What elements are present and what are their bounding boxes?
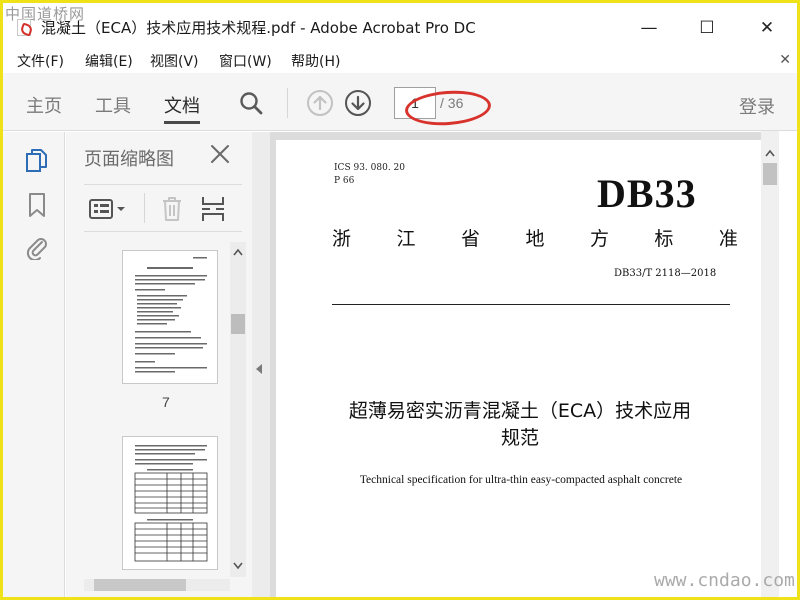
thumbnail-page-label: 7 (162, 394, 170, 410)
p-line: P 66 (334, 176, 355, 186)
document-title-chinese: 超薄易密实沥青混凝土（ECA）技术应用 规范 (326, 398, 714, 452)
thumbnails-toolbar (84, 184, 242, 232)
province-standard-heading: 浙 江 省 地 方 标 准 (332, 224, 738, 251)
menu-window[interactable]: 窗口(W) (219, 51, 272, 71)
heading-char: 准 (718, 228, 738, 250)
main-toolbar: 主页 工具 文档 1 / 36 登录 (3, 73, 797, 131)
header-rule (332, 304, 730, 305)
menu-file[interactable]: 文件(F) (17, 51, 64, 71)
menu-view[interactable]: 视图(V) (150, 51, 199, 71)
pdf-file-icon (17, 19, 31, 36)
standard-number: DB33/T 2118—2018 (614, 268, 717, 279)
tab-tools[interactable]: 工具 (95, 92, 131, 118)
heading-char: 方 (589, 228, 609, 250)
close-window-button[interactable]: ✕ (745, 13, 789, 43)
thumbnails-horizontal-scrollbar[interactable] (84, 579, 230, 591)
thumbnail-options-icon[interactable] (88, 198, 128, 220)
menu-help[interactable]: 帮助(H) (291, 51, 340, 71)
app-window: 中国道桥网 混凝土（ECA）技术应用技术规程.pdf - Adobe Acrob… (3, 3, 797, 597)
insert-page-icon[interactable] (200, 195, 226, 223)
thumbnails-scroll-thumb[interactable] (231, 314, 245, 334)
menu-bar: 文件(F) 编辑(E) 视图(V) 窗口(W) 帮助(H) ✕ (3, 47, 797, 73)
bookmark-icon[interactable] (25, 192, 49, 218)
scroll-down-icon[interactable] (233, 562, 243, 570)
thumbnail-toolbar-separator (144, 193, 145, 223)
heading-char: 地 (525, 228, 545, 250)
title-line-1: 超薄易密实沥青混凝土（ECA）技术应用 (348, 400, 692, 422)
maximize-button[interactable]: ☐ (685, 13, 729, 43)
thumbnail-page-7-content (135, 257, 207, 373)
heading-char: 浙 (332, 228, 352, 250)
thumbnails-panel: 页面缩略图 7 (66, 132, 252, 597)
tab-home[interactable]: 主页 (26, 92, 62, 118)
document-viewer: ICS 93. 080. 20 P 66 DB33 浙 江 省 地 方 标 准 … (270, 132, 761, 597)
menu-edit[interactable]: 编辑(E) (85, 51, 133, 71)
attachment-icon[interactable] (25, 234, 49, 260)
previous-page-icon[interactable] (306, 89, 334, 117)
watermark-bottom: www.cndao.com (654, 570, 795, 591)
document-scroll-thumb[interactable] (763, 163, 777, 185)
document-page: ICS 93. 080. 20 P 66 DB33 浙 江 省 地 方 标 准 … (276, 140, 761, 597)
thumbnail-page-8-content (134, 445, 208, 562)
page-thumbnails-icon[interactable] (25, 148, 49, 174)
thumbnails-scrollbar[interactable] (230, 242, 246, 577)
tab-document[interactable]: 文档 (164, 92, 200, 124)
window-title: 混凝土（ECA）技术应用技术规程.pdf - Adobe Acrobat Pro… (41, 19, 476, 37)
heading-char: 标 (654, 228, 674, 250)
minimize-button[interactable]: — (627, 13, 671, 43)
toolbar-separator (287, 88, 288, 118)
navigation-rail (3, 132, 65, 597)
heading-char: 省 (460, 228, 480, 250)
login-link[interactable]: 登录 (739, 93, 775, 119)
thumbnails-title: 页面缩略图 (84, 149, 174, 170)
collapse-panel-icon[interactable] (254, 363, 264, 375)
scroll-up-icon[interactable] (233, 248, 243, 256)
close-panel-icon[interactable] (208, 142, 232, 166)
standard-code: DB33 (597, 171, 697, 216)
delete-page-icon[interactable] (160, 195, 184, 223)
doc-scroll-up-icon[interactable] (765, 149, 775, 157)
heading-char: 江 (396, 228, 416, 250)
document-scrollbar[interactable] (761, 131, 779, 597)
title-line-2: 规范 (500, 427, 539, 449)
close-document-icon[interactable]: ✕ (779, 52, 791, 68)
next-page-icon[interactable] (344, 89, 372, 117)
search-icon[interactable] (239, 91, 263, 115)
title-bar: 中国道桥网 混凝土（ECA）技术应用技术规程.pdf - Adobe Acrob… (3, 3, 797, 45)
thumbnails-hscroll-thumb[interactable] (94, 579, 186, 591)
thumbnail-page-8[interactable] (122, 436, 218, 570)
document-title-english: Technical specification for ultra-thin e… (359, 474, 683, 486)
ics-classification: ICS 93. 080. 20 P 66 (334, 162, 405, 188)
ics-line: ICS 93. 080. 20 (334, 163, 405, 173)
thumbnail-page-7[interactable] (122, 250, 218, 384)
